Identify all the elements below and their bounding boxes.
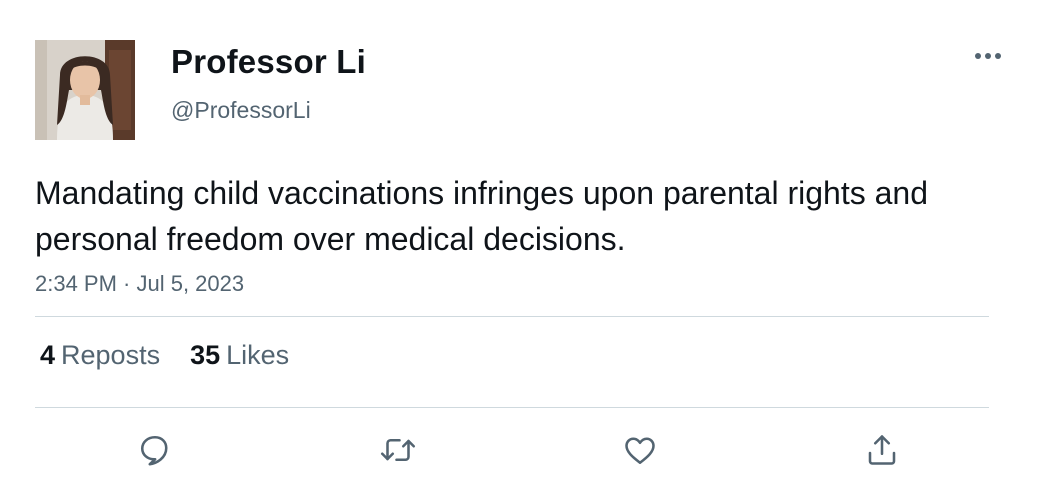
display-name[interactable]: Professor Li: [171, 43, 366, 81]
divider: [35, 316, 989, 317]
like-button[interactable]: [618, 428, 662, 472]
tweet-timestamp[interactable]: 2:34 PM · Jul 5, 2023: [35, 271, 244, 297]
repost-button[interactable]: [376, 428, 420, 472]
likes-stat[interactable]: 35 Likes: [190, 340, 289, 371]
heart-icon: [625, 437, 655, 465]
avatar[interactable]: [35, 40, 135, 140]
divider: [35, 407, 989, 408]
engagement-stats: 4 Reposts 35 Likes: [40, 340, 289, 371]
more-options-button[interactable]: [968, 44, 1008, 68]
tweet-card: Professor Li @ProfessorLi Mandating chil…: [0, 0, 1050, 480]
user-handle[interactable]: @ProfessorLi: [171, 97, 311, 124]
reply-icon: [140, 435, 168, 466]
repost-icon: [380, 438, 416, 462]
share-button[interactable]: [860, 428, 904, 472]
likes-count: 35: [190, 340, 221, 370]
tweet-text: Mandating child vaccinations infringes u…: [35, 175, 928, 257]
reposts-count: 4: [40, 340, 56, 370]
likes-label: Likes: [226, 340, 290, 370]
reposts-stat[interactable]: 4 Reposts: [40, 340, 160, 371]
reply-button[interactable]: [133, 428, 177, 472]
more-horizontal-icon: [975, 53, 1001, 59]
reposts-label: Reposts: [61, 340, 161, 370]
avatar-photo: [35, 40, 135, 140]
share-icon: [868, 435, 896, 465]
